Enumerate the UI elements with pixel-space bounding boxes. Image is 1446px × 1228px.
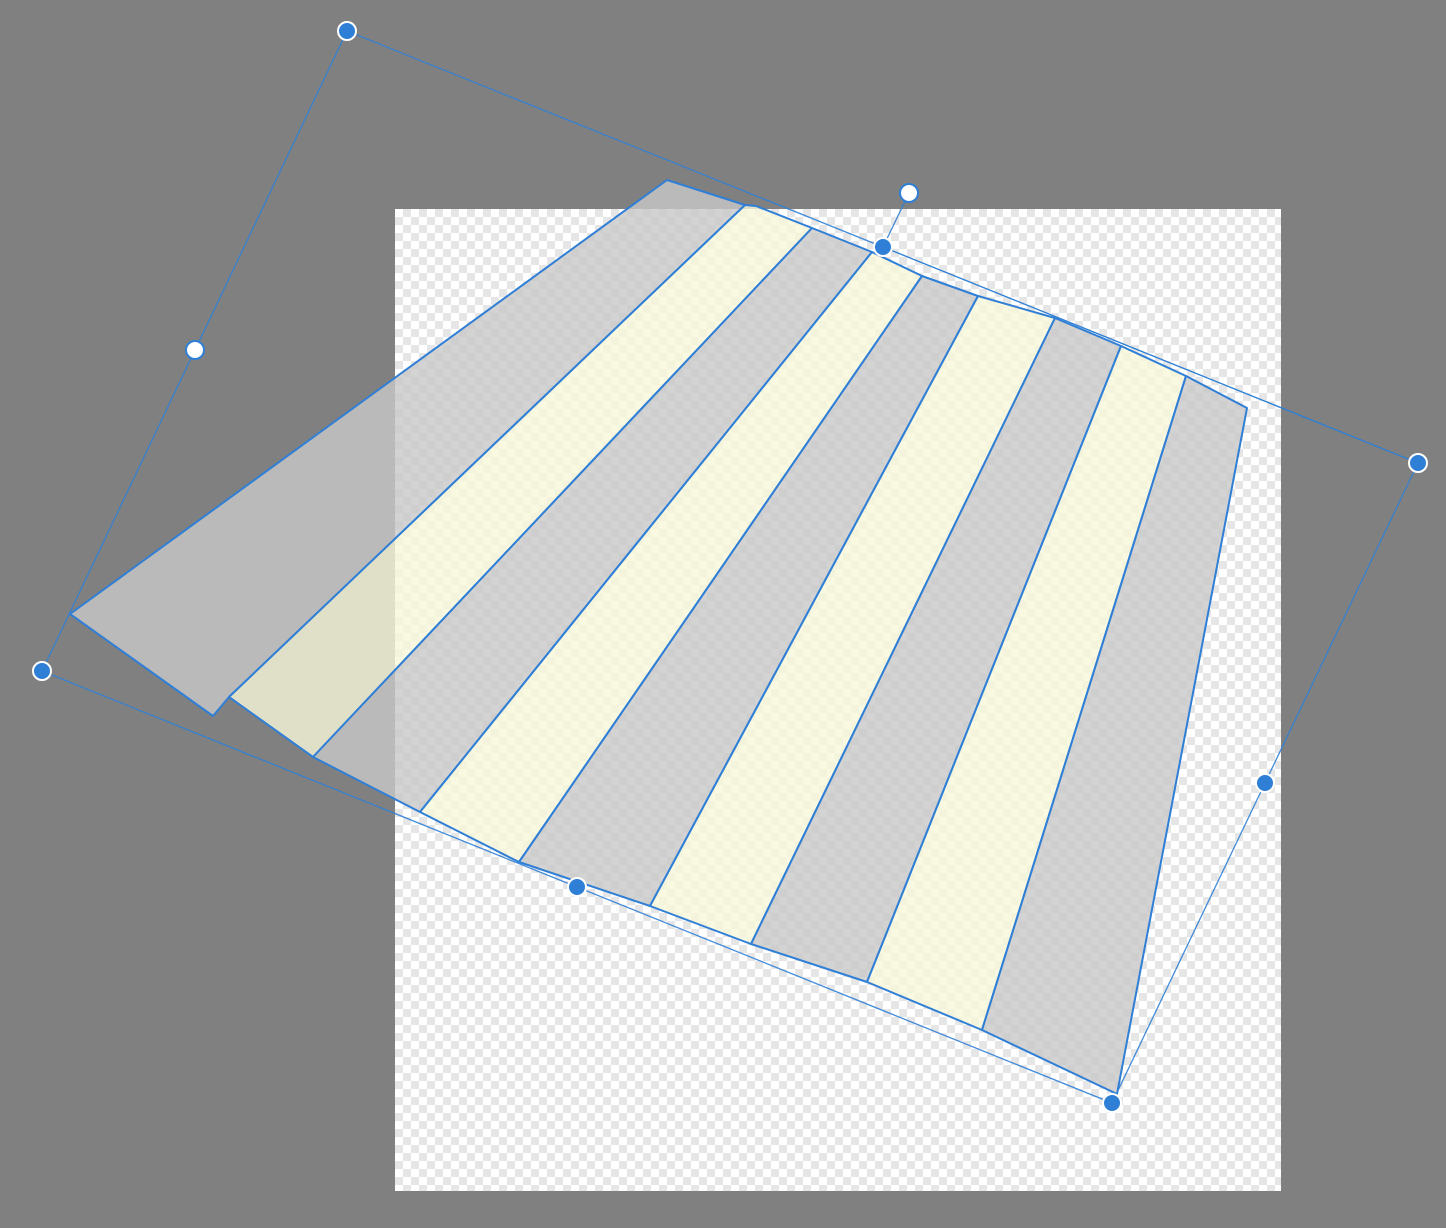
striped-shape[interactable] <box>69 179 1248 1095</box>
canvas-area[interactable] <box>0 0 1446 1228</box>
rotate-handle[interactable] <box>899 183 919 203</box>
corner-handle-top-right[interactable] <box>1408 453 1428 473</box>
transform-overlay <box>32 21 1428 1113</box>
edge-handle-right[interactable] <box>1255 773 1275 793</box>
edge-handle-left[interactable] <box>185 340 205 360</box>
corner-handle-top-left[interactable] <box>337 21 357 41</box>
edge-handle-bottom[interactable] <box>567 877 587 897</box>
corner-handle-bottom-right[interactable] <box>1102 1093 1122 1113</box>
edge-handle-top[interactable] <box>873 237 893 257</box>
corner-handle-bottom-left[interactable] <box>32 661 52 681</box>
